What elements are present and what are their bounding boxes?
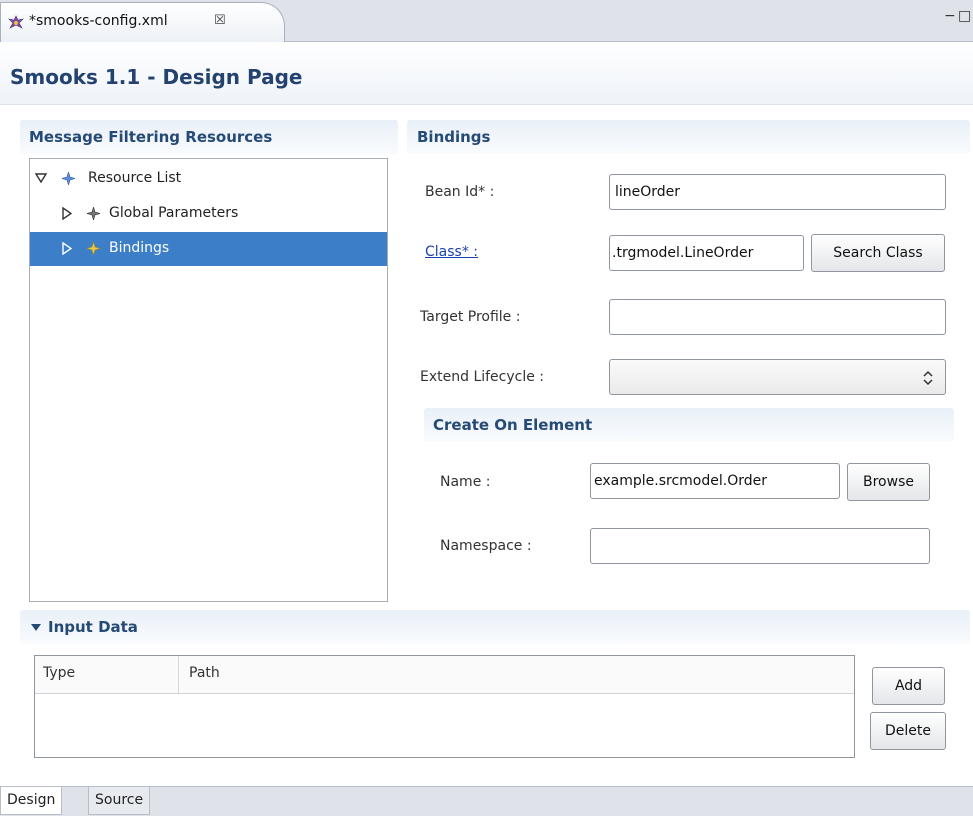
bindings-section-header: Bindings	[407, 120, 970, 154]
create-on-element-title: Create On Element	[433, 416, 593, 434]
form-header: Smooks 1.1 - Design Page	[0, 43, 973, 105]
tab-source[interactable]: Source	[88, 787, 151, 815]
namespace-input[interactable]	[590, 528, 930, 564]
tree-item-resource-list[interactable]: Resource List	[30, 162, 387, 196]
resources-section-header: Message Filtering Resources	[20, 120, 398, 154]
collapsed-triangle-icon[interactable]	[62, 242, 72, 255]
close-icon[interactable]: ☒	[214, 13, 226, 28]
collapsed-triangle-icon[interactable]	[62, 207, 72, 220]
column-divider	[178, 656, 179, 693]
tree-item-label: Resource List	[88, 170, 182, 186]
resource-tree[interactable]: Resource List Global Parameters Bindings	[29, 158, 388, 602]
class-input[interactable]: .trgmodel.LineOrder	[609, 235, 804, 271]
class-link[interactable]: Class* :	[425, 244, 478, 260]
input-data-title: Input Data	[48, 618, 138, 636]
global-parameters-icon	[87, 207, 100, 220]
updown-arrows-icon[interactable]	[922, 370, 934, 386]
editor-tab-strip: *smooks-config.xml ☒ − □	[0, 0, 973, 42]
tree-item-label: Bindings	[109, 240, 170, 256]
column-header-path[interactable]: Path	[189, 665, 220, 681]
expanded-triangle-icon[interactable]	[35, 173, 47, 183]
bindings-icon	[87, 242, 100, 255]
page-title: Smooks 1.1 - Design Page	[10, 65, 303, 89]
search-class-button[interactable]: Search Class	[811, 234, 945, 272]
tab-design[interactable]: Design	[0, 787, 63, 815]
editor-tab-title: *smooks-config.xml	[29, 13, 168, 29]
chevron-down-icon[interactable]	[31, 624, 41, 631]
tree-item-bindings[interactable]: Bindings	[30, 232, 387, 266]
delete-button[interactable]: Delete	[870, 712, 946, 750]
editor-tab[interactable]: *smooks-config.xml ☒	[0, 2, 285, 42]
extend-lifecycle-combo[interactable]	[609, 359, 946, 395]
create-on-element-header: Create On Element	[424, 408, 954, 442]
resources-section-title: Message Filtering Resources	[29, 128, 273, 146]
tree-item-label: Global Parameters	[109, 205, 239, 221]
extend-lifecycle-label: Extend Lifecycle :	[420, 369, 545, 385]
browse-button[interactable]: Browse	[847, 463, 930, 501]
maximize-icon[interactable]: □	[958, 8, 971, 24]
name-input[interactable]: example.srcmodel.Order	[590, 463, 840, 499]
smooks-file-icon	[8, 15, 24, 29]
page-tabs: Design Source	[0, 786, 973, 816]
target-profile-label: Target Profile :	[420, 309, 521, 325]
table-header: Type Path	[35, 656, 854, 694]
input-data-table[interactable]: Type Path	[34, 655, 855, 758]
namespace-label: Namespace :	[440, 538, 532, 554]
input-data-section-header[interactable]: Input Data	[20, 610, 970, 644]
resource-icon	[62, 172, 75, 185]
bindings-section-title: Bindings	[417, 128, 491, 146]
minimize-icon[interactable]: −	[944, 8, 956, 24]
bean-id-input[interactable]: lineOrder	[609, 174, 946, 210]
column-header-type[interactable]: Type	[43, 665, 75, 681]
name-label: Name :	[440, 474, 491, 490]
tree-item-global-parameters[interactable]: Global Parameters	[30, 197, 387, 231]
target-profile-input[interactable]	[609, 299, 946, 335]
bean-id-label: Bean Id* :	[425, 184, 495, 200]
add-button[interactable]: Add	[872, 667, 945, 705]
